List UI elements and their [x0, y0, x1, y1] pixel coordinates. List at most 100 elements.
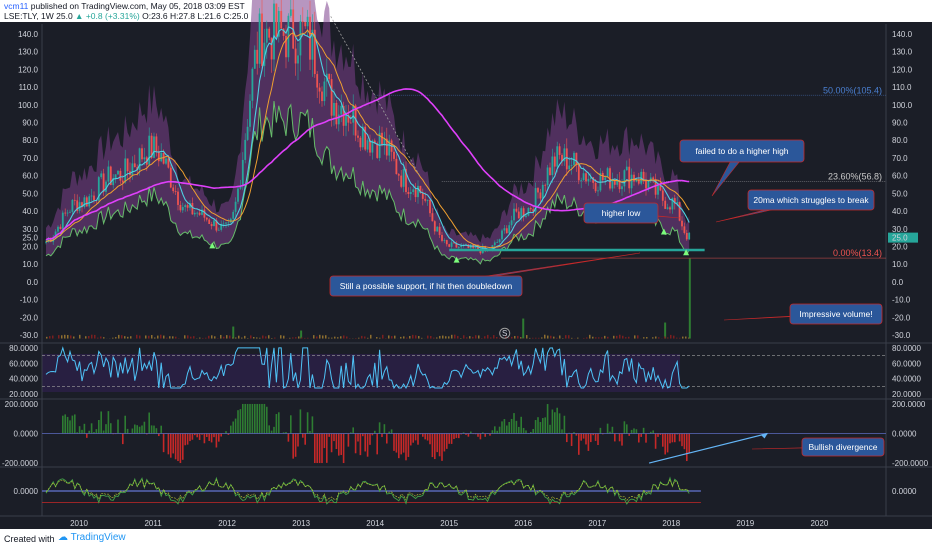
- volume-bar: [421, 337, 423, 339]
- macd-bar: [88, 430, 90, 434]
- callout-text: 20ma which struggles to break: [753, 195, 869, 205]
- macd-bar: [566, 433, 568, 443]
- candle-body: [66, 212, 69, 214]
- x-tick-label: 2016: [514, 519, 532, 528]
- volume-bar: [430, 335, 432, 339]
- candle-body: [73, 199, 76, 201]
- volume-bar: [514, 335, 516, 339]
- chart-canvas[interactable]: 140.0 130.0 120.0 110.0 100.0 90.0 80.0 70.0 60.…: [0, 0, 932, 550]
- volume-spike: [688, 258, 691, 339]
- volume-bar: [469, 336, 471, 339]
- macd-bar: [124, 415, 126, 434]
- candle-body: [153, 136, 155, 158]
- candle-body: [177, 191, 179, 205]
- rsi-tick-right: 20.0000: [892, 390, 921, 399]
- macd-bar: [390, 429, 393, 434]
- candle-body: [155, 136, 158, 152]
- candle-body: [64, 212, 67, 214]
- macd-bar: [688, 433, 690, 454]
- price-tick-right: 110.0: [892, 83, 912, 92]
- volume-bar: [466, 337, 468, 339]
- macd-bar: [143, 421, 146, 434]
- rsi-tick-right: 40.0000: [892, 375, 921, 384]
- candle-body: [527, 208, 530, 216]
- callout-text: Impressive volume!: [799, 309, 872, 319]
- macd-bar: [326, 433, 328, 463]
- macd-bar: [683, 433, 686, 450]
- price-tick-left: 120.0: [18, 65, 39, 74]
- price-tick-left: 90.0: [22, 119, 38, 128]
- volume-bar: [304, 337, 306, 339]
- fib-label: 23.60%(56.8): [828, 171, 882, 181]
- macd-bar: [395, 433, 398, 453]
- volume-bar: [139, 335, 141, 339]
- candle-body: [117, 170, 119, 175]
- macd-bar: [136, 425, 138, 434]
- candle-body: [580, 180, 583, 181]
- macd-bar: [304, 433, 306, 445]
- candle-body: [241, 159, 244, 186]
- volume-bar: [520, 337, 522, 339]
- candle-body: [438, 226, 441, 235]
- candle-body: [198, 212, 201, 215]
- macd-bar: [537, 417, 539, 434]
- macd-bar: [405, 433, 407, 461]
- volume-bar: [292, 337, 294, 339]
- candle-body: [525, 215, 527, 217]
- candle-body: [450, 242, 453, 247]
- macd-bar: [453, 433, 455, 440]
- volume-bar: [526, 335, 528, 339]
- candle-body: [414, 189, 417, 198]
- volume-bar: [121, 335, 123, 339]
- macd-bar: [484, 433, 486, 437]
- candle-body: [645, 179, 647, 189]
- volume-bar: [313, 335, 315, 339]
- macd-bar: [570, 433, 573, 446]
- macd-bar: [302, 433, 304, 438]
- macd-bar: [160, 425, 162, 434]
- volume-spike: [522, 318, 525, 339]
- candle-body: [294, 48, 297, 64]
- candle-body: [222, 223, 225, 225]
- volume-bar: [622, 335, 624, 339]
- macd-bar: [100, 411, 102, 434]
- macd-bar: [131, 428, 134, 434]
- candle-body: [529, 208, 532, 210]
- candle-body: [102, 173, 105, 192]
- macd-bar: [654, 433, 657, 449]
- candle-body: [376, 143, 379, 158]
- volume-bar: [166, 337, 168, 339]
- tradingview-logo[interactable]: ☁ TradingView: [58, 532, 126, 543]
- macd-bar: [414, 433, 417, 441]
- volume-bar: [346, 336, 348, 339]
- price-tick-right: -10.0: [892, 296, 911, 305]
- volume-bar: [265, 336, 267, 339]
- macd-bar: [117, 419, 119, 434]
- price-tick-right: 90.0: [892, 119, 908, 128]
- volume-bar: [70, 335, 72, 339]
- macd-bar: [635, 429, 638, 434]
- volume-bar: [115, 337, 117, 339]
- macd-bar: [501, 421, 503, 434]
- volume-bar: [655, 336, 657, 339]
- cloud-icon: ☁: [58, 532, 68, 543]
- volume-bar: [355, 338, 357, 339]
- volume-bar: [202, 337, 204, 339]
- volume-bar: [547, 335, 549, 339]
- macd-bar: [134, 424, 136, 434]
- volume-bar: [211, 335, 213, 339]
- macd-bar: [410, 433, 412, 446]
- macd-bar: [234, 418, 237, 434]
- macd-bar: [534, 420, 537, 434]
- macd-bar: [323, 433, 326, 449]
- price-tick-left: -20.0: [20, 313, 39, 322]
- candle-body: [157, 151, 160, 162]
- volume-bar: [94, 334, 96, 339]
- macd-tick-right: 0.0000: [892, 430, 917, 439]
- macd-bar: [150, 425, 153, 434]
- macd-bar: [69, 420, 71, 434]
- macd-bar: [237, 410, 239, 434]
- volume-bar: [343, 335, 345, 339]
- rsi-tick-left: 60.0000: [9, 359, 38, 368]
- macd-bar: [170, 433, 172, 458]
